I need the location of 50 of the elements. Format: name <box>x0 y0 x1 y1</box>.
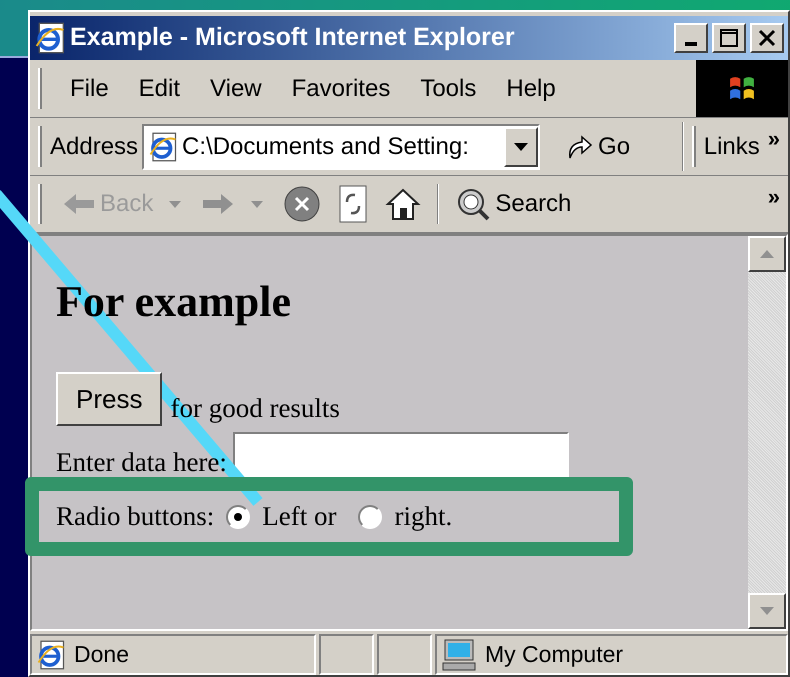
scroll-bar[interactable] <box>748 236 786 629</box>
address-text: C:\Documents and Setting: <box>182 132 470 162</box>
down-arrow-icon <box>760 607 774 615</box>
refresh-icon[interactable] <box>337 184 370 224</box>
menu-item[interactable]: View <box>198 70 274 106</box>
home-icon[interactable] <box>385 186 422 222</box>
up-arrow-icon <box>760 250 774 258</box>
press-button[interactable]: Press <box>56 372 162 426</box>
dropdown-caret-icon <box>169 200 182 208</box>
maximize-icon <box>720 29 738 47</box>
browser-icon <box>36 640 66 670</box>
window-title: Example - Microsoft Internet Explorer <box>70 22 516 54</box>
status-cell <box>377 634 432 675</box>
status-cell <box>319 634 374 675</box>
more-chevron[interactable]: » <box>768 180 780 213</box>
scroll-down-button[interactable] <box>748 593 786 629</box>
menu-item[interactable]: Tools <box>408 70 488 106</box>
dropdown-button[interactable] <box>504 126 538 166</box>
radio-button[interactable] <box>358 504 382 528</box>
links-label[interactable]: Links <box>704 128 760 164</box>
status-text: Done <box>74 640 129 670</box>
go-button[interactable]: Go <box>560 128 634 164</box>
close-icon <box>758 29 776 47</box>
back-arrow-icon <box>62 192 96 216</box>
caret-icon <box>514 142 528 150</box>
minimize-icon <box>685 42 697 46</box>
search-button[interactable]: Search <box>455 186 572 222</box>
radio-button[interactable] <box>226 504 250 528</box>
data-input-field[interactable] <box>232 432 569 480</box>
zone-text: My Computer <box>485 640 624 670</box>
computer-icon <box>441 638 477 672</box>
more-chevron[interactable]: » <box>768 122 780 155</box>
browser-icon <box>34 22 66 54</box>
radio-group-label: Radio buttons: <box>56 500 214 534</box>
menu-item[interactable]: Favorites <box>280 70 402 106</box>
scroll-up-button[interactable] <box>748 236 786 272</box>
close-button[interactable] <box>750 23 784 53</box>
radio-option[interactable]: right. <box>358 496 452 537</box>
menu-item[interactable]: Help <box>494 70 568 106</box>
menu-item[interactable]: File <box>58 70 121 106</box>
address-label: Address <box>50 132 138 162</box>
address-field[interactable]: C:\Documents and Setting: <box>142 124 540 170</box>
browser-icon <box>148 132 178 162</box>
radio-option[interactable]: Left or <box>226 496 336 537</box>
minimize-button[interactable] <box>674 23 708 53</box>
maximize-button[interactable] <box>712 23 746 53</box>
dropdown-caret-icon <box>251 200 264 208</box>
search-icon <box>455 186 492 222</box>
menu-item[interactable]: Edit <box>126 70 192 106</box>
stop-icon[interactable] <box>283 185 322 223</box>
